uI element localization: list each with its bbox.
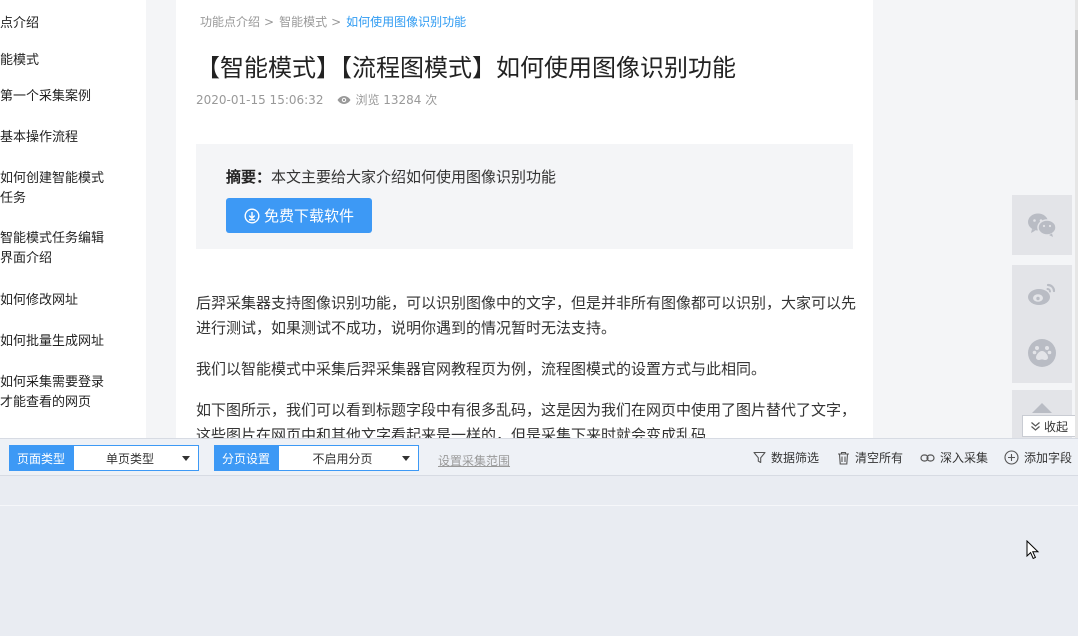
sidebar-item-label: 任务 — [0, 191, 27, 206]
wechat-icon — [1027, 212, 1057, 238]
breadcrumb-separator: > — [331, 15, 342, 29]
article-date: 2020-01-15 15:06:32 — [196, 92, 324, 107]
sidebar-item-batch-url[interactable]: 如何批量生成网址 — [0, 332, 140, 352]
eye-icon — [337, 95, 351, 105]
double-chevron-down-icon — [1030, 421, 1041, 432]
paging-control: 分页设置 不启用分页 — [214, 445, 419, 471]
sidebar-item-label: 如何采集需要登录 — [0, 375, 105, 390]
filter-icon — [753, 451, 766, 464]
data-preview-area — [0, 476, 1078, 636]
breadcrumb-current: 如何使用图像识别功能 — [346, 15, 467, 29]
sidebar: 点介绍 能模式 第一个采集案例 基本操作流程 如何创建智能模式 任务 智能模式任… — [0, 0, 146, 438]
data-filter-label: 数据筛选 — [771, 451, 820, 465]
sidebar-item-first-case[interactable]: 第一个采集案例 — [0, 87, 140, 107]
breadcrumb-link[interactable]: 智能模式 — [279, 15, 327, 29]
top-icon — [1031, 402, 1053, 414]
article-paragraph: 后羿采集器支持图像识别功能，可以识别图像中的文字，但是并非所有图像都可以识别，大… — [196, 294, 857, 337]
collector-toolbar: 页面类型 单页类型 分页设置 不启用分页 设置采集范围 数据筛选 清空所有 深入… — [0, 438, 1078, 476]
page-type-select[interactable]: 单页类型 — [73, 445, 199, 471]
sidebar-item-label: 智能模式任务编辑 — [0, 231, 105, 246]
caret-down-icon — [182, 456, 190, 461]
trash-icon — [837, 451, 850, 465]
deep-collect-button[interactable]: 深入采集 — [920, 449, 988, 466]
mouse-cursor-icon — [1026, 539, 1040, 564]
weibo-icon — [1027, 281, 1057, 307]
add-field-label: 添加字段 — [1024, 451, 1073, 465]
caret-down-icon — [402, 456, 410, 461]
page-type-control: 页面类型 单页类型 — [9, 445, 199, 471]
collapse-button[interactable]: 收起 — [1022, 415, 1076, 437]
sidebar-item-label: 能模式 — [0, 53, 40, 68]
breadcrumb-separator: > — [264, 15, 275, 29]
sidebar-item-edit-interface[interactable]: 智能模式任务编辑 界面介绍 — [0, 229, 140, 269]
breadcrumb: 功能点介绍 > 智能模式 > 如何使用图像识别功能 — [200, 13, 466, 30]
paging-value: 不启用分页 — [312, 451, 373, 466]
download-button[interactable]: 免费下载软件 — [226, 198, 372, 233]
sidebar-item-label: 第一个采集案例 — [0, 89, 92, 104]
sidebar-item-basic-flow[interactable]: 基本操作流程 — [0, 128, 140, 148]
summary-text: 本文主要给大家介绍如何使用图像识别功能 — [271, 168, 557, 186]
summary-label: 摘要： — [226, 168, 272, 186]
sidebar-item-label: 才能查看的网页 — [0, 395, 92, 410]
paging-label: 分页设置 — [214, 445, 278, 471]
baidu-icon — [1027, 338, 1057, 368]
divider — [0, 505, 1078, 506]
sidebar-item-label: 如何修改网址 — [0, 293, 79, 308]
link-icon — [920, 453, 935, 463]
deep-collect-label: 深入采集 — [940, 451, 989, 465]
clear-all-label: 清空所有 — [855, 451, 904, 465]
page-type-label: 页面类型 — [9, 445, 73, 471]
sidebar-item-label: 如何创建智能模式 — [0, 171, 105, 186]
sidebar-item-create-task[interactable]: 如何创建智能模式 任务 — [0, 169, 140, 209]
data-filter-button[interactable]: 数据筛选 — [753, 449, 819, 466]
sidebar-item-label: 界面介绍 — [0, 251, 53, 266]
sidebar-item-label: 点介绍 — [0, 16, 40, 31]
baidu-share-button[interactable] — [1012, 323, 1072, 383]
sidebar-item-modify-url[interactable]: 如何修改网址 — [0, 291, 140, 311]
set-range-link[interactable]: 设置采集范围 — [438, 452, 510, 469]
paging-select[interactable]: 不启用分页 — [278, 445, 419, 471]
view-count: 浏览 13284 次 — [355, 93, 438, 107]
add-field-button[interactable]: 添加字段 — [1004, 449, 1072, 466]
article-paragraph: 如下图所示，我们可以看到标题字段中有很多乱码，这是因为我们在网页中使用了图片替代… — [196, 401, 857, 438]
sidebar-item-login-page[interactable]: 如何采集需要登录 才能查看的网页 — [0, 373, 140, 413]
sidebar-item-label: 如何批量生成网址 — [0, 334, 105, 349]
article: 功能点介绍 > 智能模式 > 如何使用图像识别功能 【智能模式】【流程图模式】如何使用图… — [176, 0, 873, 438]
article-paragraph: 我们以智能模式中采集后羿采集器官网教程页为例，流程图模式的设置方式与此相同。 — [196, 360, 767, 378]
download-icon — [244, 207, 260, 224]
weibo-share-button[interactable] — [1012, 265, 1072, 323]
sidebar-item-label: 基本操作流程 — [0, 130, 79, 145]
sidebar-item-feature-intro[interactable]: 点介绍 — [0, 14, 140, 34]
page-type-value: 单页类型 — [105, 451, 154, 466]
collapse-label: 收起 — [1043, 419, 1068, 434]
download-label: 免费下载软件 — [263, 207, 354, 225]
page-title: 【智能模式】【流程图模式】如何使用图像识别功能 — [196, 54, 736, 82]
summary: 摘要：本文主要给大家介绍如何使用图像识别功能 — [226, 166, 556, 187]
breadcrumb-link[interactable]: 功能点介绍 — [200, 15, 260, 29]
article-meta: 2020-01-15 15:06:32 浏览 13284 次 — [196, 91, 437, 108]
summary-box: 摘要：本文主要给大家介绍如何使用图像识别功能 免费下载软件 — [196, 144, 853, 249]
plus-circle-icon — [1004, 450, 1019, 465]
wechat-share-button[interactable] — [1012, 195, 1072, 255]
clear-all-button[interactable]: 清空所有 — [837, 449, 903, 466]
browser-viewport: 点介绍 能模式 第一个采集案例 基本操作流程 如何创建智能模式 任务 智能模式任… — [0, 0, 1078, 438]
sidebar-item-smart-mode[interactable]: 能模式 — [0, 51, 140, 71]
